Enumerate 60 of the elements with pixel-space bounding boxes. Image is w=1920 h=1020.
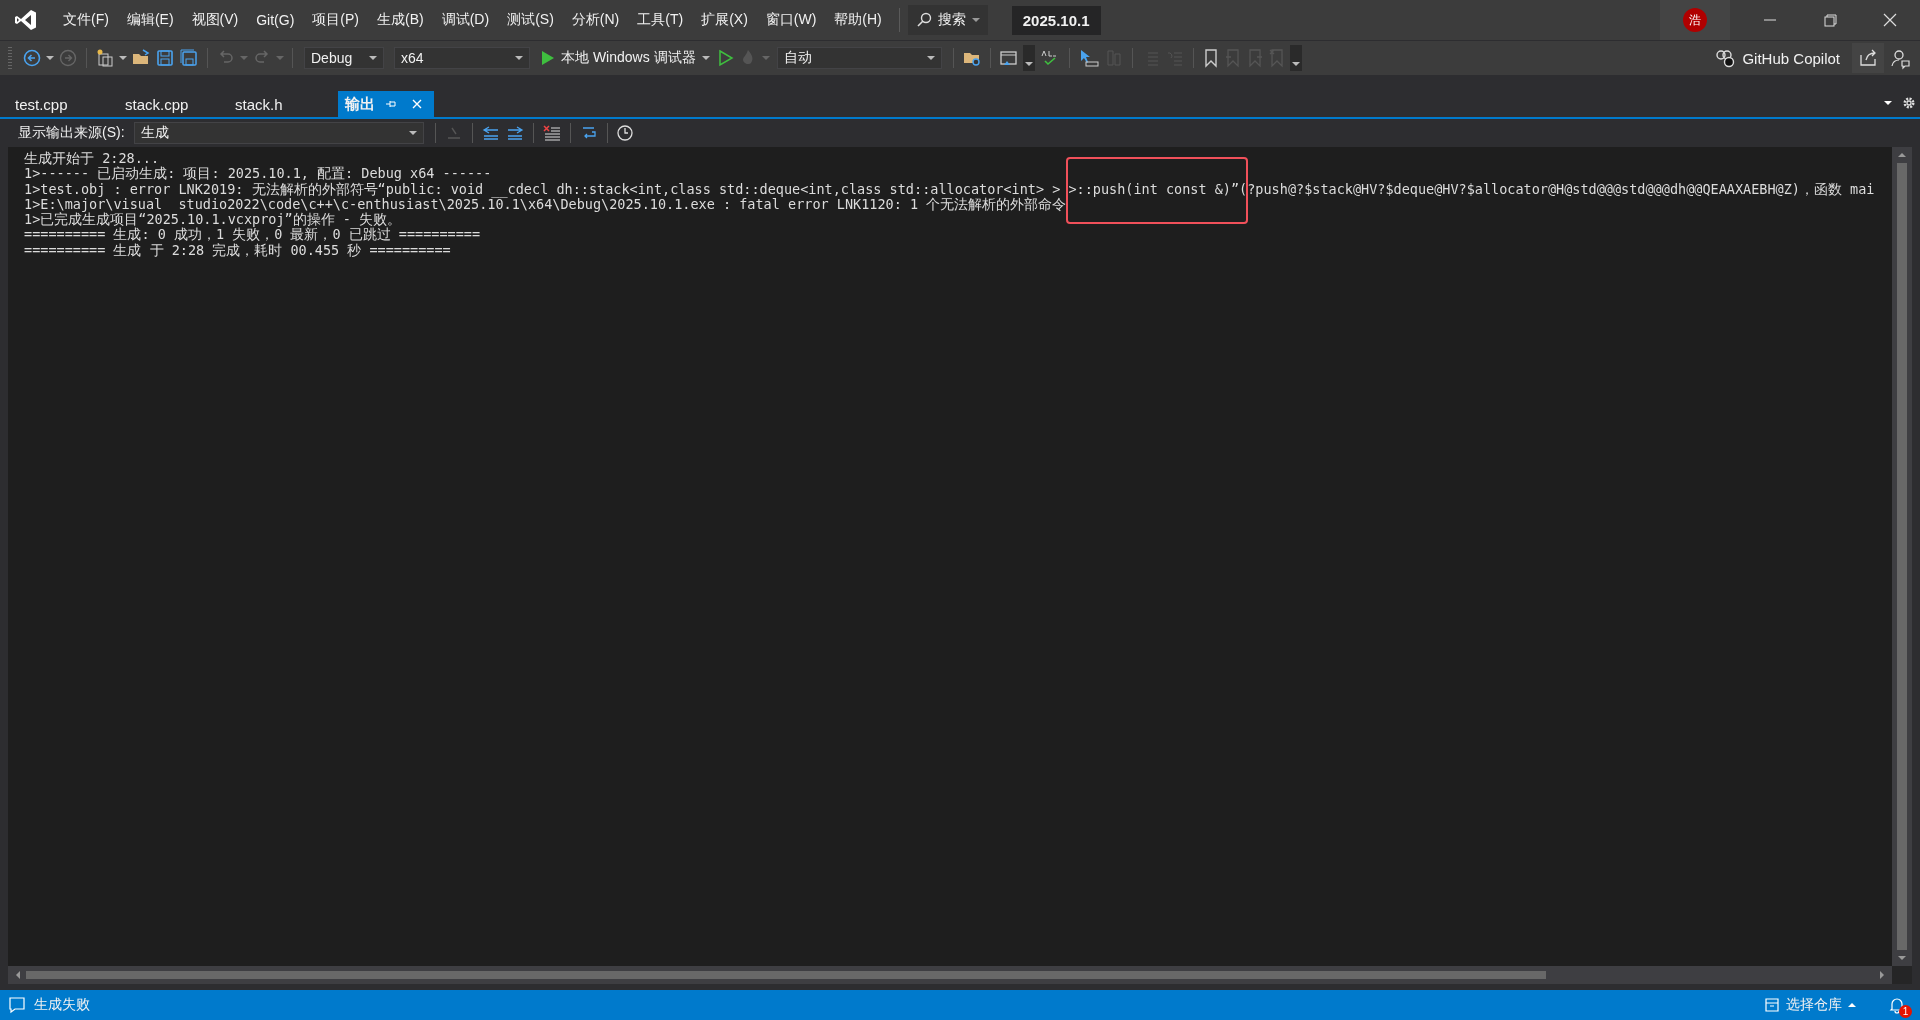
close-icon[interactable] xyxy=(411,98,423,110)
overflow-button[interactable] xyxy=(1022,45,1035,71)
save-icon[interactable] xyxy=(155,48,175,68)
message-icon[interactable] xyxy=(8,996,26,1014)
caret-icon[interactable] xyxy=(46,56,54,60)
output-line: 1>------ 已启动生成: 项目: 2025.10.1, 配置: Debug x64 ------ xyxy=(24,166,493,182)
horizontal-scrollbar[interactable] xyxy=(8,966,1892,984)
back-icon[interactable] xyxy=(22,48,42,68)
pin-icon[interactable] xyxy=(385,98,397,110)
menu-item[interactable]: 视图(V) xyxy=(182,7,248,33)
search-button[interactable]: 搜索 xyxy=(907,5,988,35)
solution-title: 2025.10.1 xyxy=(1011,5,1101,35)
output-line: 1>E:\major\visual studio2022\code\c++\c-enthusiast\2025.10.1\x64\Debug\2025.10.1.exe : fatal error LNK1120: 1 个无法解析的外部命令 xyxy=(24,196,1068,213)
output-source-label: 显示输出来源(S): xyxy=(18,124,125,142)
play-icon xyxy=(541,50,555,66)
configuration-dropdown[interactable]: Debug xyxy=(304,47,384,69)
output-line: ========== 生成: 0 成功，1 失败，0 最新，0 已跳过 ========== xyxy=(24,227,482,243)
caret-icon[interactable] xyxy=(119,56,127,60)
caret-icon xyxy=(971,18,980,22)
menu-item[interactable]: 工具(T) xyxy=(628,7,693,33)
share-icon[interactable] xyxy=(1852,43,1884,73)
clock-icon[interactable] xyxy=(615,124,634,142)
menu-item[interactable]: 扩展(X) xyxy=(692,7,757,33)
menu-item[interactable]: 帮助(H) xyxy=(825,7,891,33)
output-line: 生成开始于 2:28... xyxy=(24,151,161,166)
menu-item[interactable]: Git(G) xyxy=(247,8,304,32)
save-all-icon[interactable] xyxy=(179,48,199,68)
menu-item[interactable]: 项目(P) xyxy=(303,7,368,33)
vertical-scrollbar[interactable] xyxy=(1892,147,1912,966)
menu-item[interactable]: 生成(B) xyxy=(368,7,433,33)
copilot-button[interactable]: GitHub Copilot xyxy=(1714,48,1840,68)
start-debugging-button[interactable]: 本地 Windows 调试器 xyxy=(537,49,714,67)
menu-item[interactable]: 测试(S) xyxy=(498,7,563,33)
clear-all-icon[interactable] xyxy=(541,124,562,142)
play-outline-icon[interactable] xyxy=(717,49,734,67)
output-source-dropdown[interactable]: 生成 xyxy=(133,122,424,144)
overflow-button[interactable] xyxy=(1289,45,1302,71)
app-logo-icon[interactable] xyxy=(14,8,38,32)
tab-list-button[interactable] xyxy=(1884,101,1892,105)
menu-item[interactable]: 调试(D) xyxy=(432,7,499,33)
copilot-icon xyxy=(1714,48,1737,68)
settings-icon[interactable] xyxy=(1902,96,1916,110)
document-tab[interactable]: 输出 xyxy=(338,91,434,117)
output-line: 1>已完成生成项目“2025.10.1.vcxproj”的操作 - 失败。 xyxy=(24,212,402,228)
output-line: ========== 生成 于 2:28 完成，耗时 00.455 秒 ========== xyxy=(24,242,452,259)
menu-item[interactable]: 窗口(W) xyxy=(756,7,826,33)
search-icon xyxy=(915,12,932,28)
menu-item[interactable]: 分析(N) xyxy=(562,7,629,33)
menu-item[interactable]: 编辑(E) xyxy=(117,7,183,33)
platform-dropdown[interactable]: x64 xyxy=(394,47,530,69)
new-item-icon[interactable] xyxy=(95,48,115,68)
menu-item[interactable]: 文件(F) xyxy=(54,7,118,33)
mode-dropdown[interactable]: 自动 xyxy=(776,47,942,69)
status-message: 生成失败 xyxy=(34,996,90,1014)
user-avatar[interactable]: 浩 xyxy=(1683,8,1707,32)
notification-icon[interactable] xyxy=(1888,996,1906,1014)
select-repository-button[interactable]: 选择仓库 xyxy=(1764,996,1856,1014)
window-icon[interactable] xyxy=(998,48,1019,68)
notification-badge: 1 xyxy=(1899,1005,1912,1018)
repository-icon xyxy=(1764,997,1780,1013)
